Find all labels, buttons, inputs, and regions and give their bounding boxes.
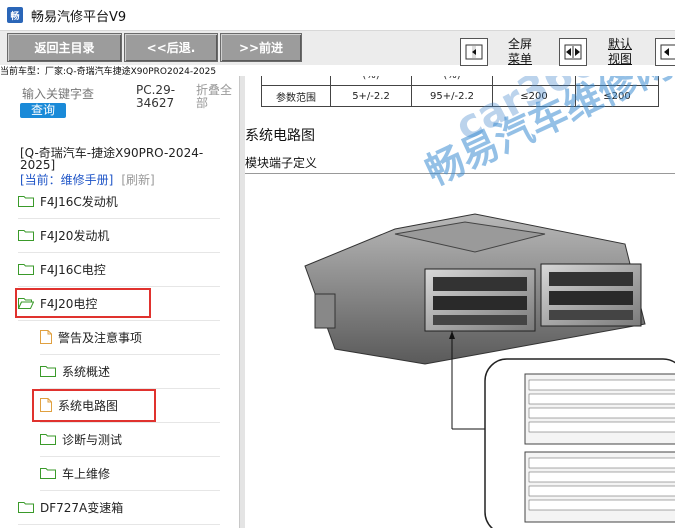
tree-item-on-vehicle-repair[interactable]: 车上维修 [40,456,220,491]
folder-icon [18,502,34,513]
fullscreen-label[interactable]: 全屏 菜单 [502,37,538,67]
connector-left [424,268,536,332]
panel-icon [660,44,675,60]
folder-icon [40,434,56,445]
highlight-box-circuit-diagram [32,389,156,422]
mount-tab [314,293,336,329]
home-button[interactable]: 返回主目录 [7,33,122,62]
tree-item-f4j16c-engine[interactable]: F4J16C发动机 [18,184,220,219]
collapse-all-link[interactable]: 折叠全部 [196,84,236,110]
fullscreen-button[interactable] [460,38,488,66]
subsection-title: 模块端子定义 [245,156,318,170]
default-view-label[interactable]: 默认 视图 [602,37,638,67]
back-button[interactable]: <<后退. [124,33,218,62]
split-view-icon [564,44,582,60]
folder-icon [40,468,56,479]
section-title: 系统电路图 [245,128,315,144]
table-cell: 参数范围 [261,85,331,107]
ecu-connector-diagram [304,213,675,528]
table-cell: 95+/-2.2 [411,85,493,107]
model-name: [Q-奇瑞汽车-捷途X90PRO-2024-2025] [20,146,204,172]
window-title: 畅易汽修平台V9 [31,9,127,25]
parameter-table: (%) (%) 参数范围 5+/-2.2 95+/-2.2 ≤200 ≤200 [261,76,659,107]
fullscreen-icon [465,44,483,60]
table-cell: ≤200 [492,85,576,107]
toolbar: 返回主目录 <<后退. >>前进 全屏 菜单 默认 视图 [0,31,675,67]
tree-item-f4j20-engine[interactable]: F4J20发动机 [18,218,220,253]
sidebar: 输入关键字查 查询 PC.29-34627 折叠全部 [Q-奇瑞汽车-捷途X90… [0,76,239,528]
table-row: (%) (%) [261,76,659,86]
pin-map [484,358,675,528]
pc-number: PC.29-34627 [136,83,176,110]
app-logo-icon: 畅 [7,7,23,23]
table-cell [261,76,331,86]
tree-item-warnings[interactable]: 警告及注意事项 [40,320,220,355]
content-pane: (%) (%) 参数范围 5+/-2.2 95+/-2.2 ≤200 ≤200 … [245,76,675,528]
forward-button[interactable]: >>前进 [220,33,302,62]
tree-item-system-overview[interactable]: 系统概述 [40,354,220,389]
folder-icon [18,196,34,207]
folder-icon [18,264,34,275]
folder-icon [40,366,56,377]
keyword-input[interactable]: 输入关键字查 [22,85,94,102]
tree-item-diagnosis[interactable]: 诊断与测试 [40,422,220,457]
highlight-box-f4j20-ecu [15,288,151,318]
tree-item-f4j16c-ecu[interactable]: F4J16C电控 [18,252,220,287]
table-cell: (%) [330,76,412,86]
title-bar: 畅 畅易汽修平台V9 [0,0,675,31]
table-cell [492,76,576,86]
table-cell: (%) [411,76,493,86]
tree-item-df727a-transmission[interactable]: DF727A变速箱 [18,490,220,525]
table-row: 参数范围 5+/-2.2 95+/-2.2 ≤200 ≤200 [261,85,659,107]
table-cell [575,76,659,86]
default-view-button[interactable] [559,38,587,66]
folder-icon [18,230,34,241]
table-cell: ≤200 [575,85,659,107]
page-icon [40,330,52,344]
connector-right [540,263,642,327]
query-button[interactable]: 查询 [20,103,66,118]
table-cell: 5+/-2.2 [330,85,412,107]
extra-view-button[interactable] [655,38,675,66]
